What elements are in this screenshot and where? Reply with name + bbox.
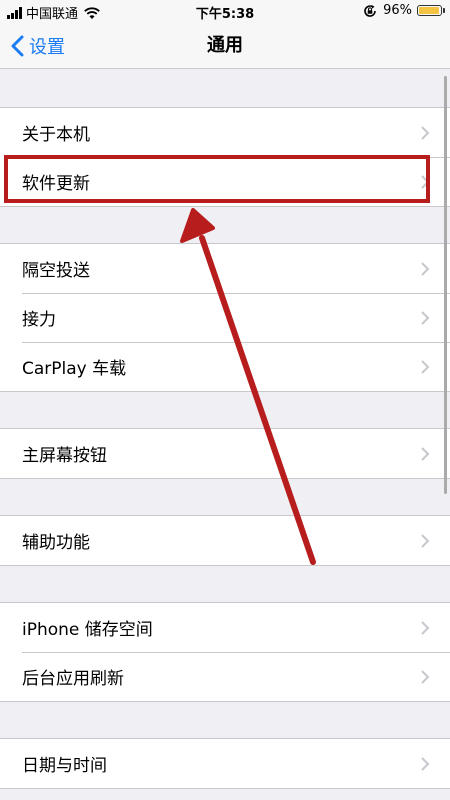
chevron-right-icon [421, 533, 430, 548]
annotation-highlight-box [4, 155, 430, 203]
rotation-lock-icon [364, 4, 376, 17]
row-label: 后台应用刷新 [22, 669, 124, 689]
row-label: 辅助功能 [22, 533, 90, 553]
battery-fill [419, 7, 440, 14]
settings-group: 日期与时间 [0, 738, 450, 789]
status-right: 96% [363, 3, 445, 18]
row-label: iPhone 储存空间 [22, 620, 153, 640]
row-background-refresh[interactable]: 后台应用刷新 [0, 652, 450, 701]
status-bar: 中国联通 下午5:38 96% [0, 0, 450, 24]
row-iphone-storage[interactable]: iPhone 储存空间 [0, 603, 450, 652]
settings-group: 辅助功能 [0, 515, 450, 566]
row-label: 主屏幕按钮 [22, 446, 107, 466]
page-title: 通用 [207, 35, 243, 56]
row-airdrop[interactable]: 隔空投送 [0, 244, 450, 293]
row-home-button[interactable]: 主屏幕按钮 [0, 429, 450, 478]
battery-percent: 96% [383, 3, 412, 18]
row-label: 关于本机 [22, 125, 90, 145]
chevron-right-icon [421, 620, 430, 635]
chevron-right-icon [421, 446, 430, 461]
settings-group: 隔空投送 接力 CarPlay 车载 [0, 243, 450, 392]
row-accessibility[interactable]: 辅助功能 [0, 516, 450, 565]
chevron-right-icon [421, 359, 430, 374]
row-handoff[interactable]: 接力 [0, 293, 450, 342]
navigation-bar: 设置 通用 [0, 24, 450, 69]
battery-icon [417, 5, 445, 16]
chevron-right-icon [421, 261, 430, 276]
scroll-indicator[interactable] [444, 76, 447, 494]
settings-group: iPhone 储存空间 后台应用刷新 [0, 602, 450, 702]
chevron-right-icon [421, 756, 430, 771]
row-date-time[interactable]: 日期与时间 [0, 739, 450, 788]
chevron-right-icon [421, 310, 430, 325]
settings-group: 主屏幕按钮 [0, 428, 450, 479]
row-label: CarPlay 车载 [22, 359, 127, 379]
row-carplay[interactable]: CarPlay 车载 [0, 342, 450, 391]
row-about[interactable]: 关于本机 [0, 108, 450, 157]
chevron-right-icon [421, 669, 430, 684]
row-label: 隔空投送 [22, 261, 90, 281]
chevron-right-icon [421, 125, 430, 140]
row-label: 接力 [22, 310, 56, 330]
row-label: 日期与时间 [22, 756, 107, 776]
